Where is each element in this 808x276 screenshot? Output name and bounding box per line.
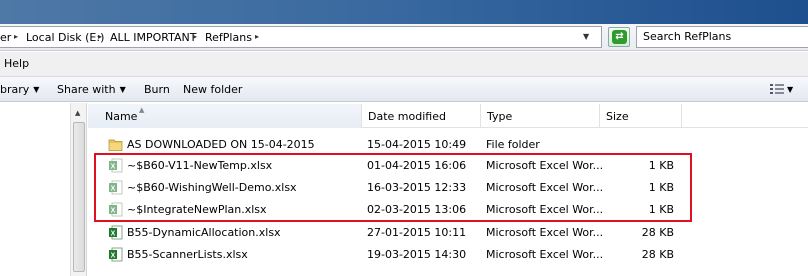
- navigation-pane: [0, 103, 70, 276]
- file-name: B55-DynamicAllocation.xlsx: [127, 226, 281, 239]
- sort-ascending-icon: ▲: [139, 106, 145, 114]
- address-history-dropdown-icon[interactable]: ▼: [583, 32, 589, 41]
- new-folder-button[interactable]: New folder: [183, 83, 242, 96]
- file-date: 15-04-2015 10:49: [367, 138, 467, 151]
- breadcrumb-item[interactable]: ALL IMPORTANT: [110, 31, 197, 44]
- file-date: 27-01-2015 10:11: [367, 226, 467, 239]
- breadcrumb-separator-icon[interactable]: ▸: [98, 32, 102, 41]
- share-with-label: Share with: [57, 83, 116, 96]
- burn-button[interactable]: Burn: [144, 83, 170, 96]
- column-header-type[interactable]: Type: [481, 104, 600, 128]
- svg-text:X: X: [111, 231, 116, 238]
- breadcrumb-separator-icon[interactable]: ▸: [255, 32, 259, 41]
- include-in-library-button[interactable]: brary ▼: [0, 83, 39, 96]
- include-in-library-label: brary: [0, 83, 30, 96]
- scroll-up-arrow-icon[interactable]: ▲: [75, 109, 80, 117]
- scrollbar-thumb[interactable]: [73, 122, 85, 272]
- file-size: 28 KB: [641, 248, 674, 261]
- breadcrumb-item[interactable]: Local Disk (E:): [26, 31, 104, 44]
- column-header-name-label: Name: [105, 110, 138, 123]
- excel-file-icon: X: [109, 247, 123, 262]
- chevron-down-icon[interactable]: ▼: [787, 85, 793, 94]
- file-date: 19-03-2015 14:30: [367, 248, 467, 261]
- refresh-button[interactable]: ⇄: [608, 27, 630, 47]
- navigation-scrollbar[interactable]: ▲: [70, 103, 87, 276]
- menu-help[interactable]: Help: [4, 57, 29, 70]
- column-header-name[interactable]: ▲ Name: [88, 104, 362, 128]
- file-type: File folder: [486, 138, 540, 151]
- highlight-annotation-box: [94, 153, 692, 222]
- breadcrumb-separator-icon[interactable]: ▸: [14, 32, 18, 41]
- search-input[interactable]: Search RefPlans: [636, 26, 808, 48]
- column-header-row: ▲ Name Date modified Type Size: [88, 104, 808, 128]
- breadcrumb-item[interactable]: er: [0, 31, 11, 44]
- breadcrumb[interactable]: er ▸ Local Disk (E:) ▸ ALL IMPORTANT ▸ R…: [0, 26, 602, 48]
- menu-bar: Help: [0, 52, 808, 76]
- column-header-size[interactable]: Size: [600, 104, 682, 128]
- command-toolbar: brary ▼ Share with ▼ Burn New folder ▼: [0, 76, 808, 102]
- folder-icon: [108, 139, 123, 151]
- file-name: B55-ScannerLists.xlsx: [127, 248, 248, 261]
- column-header-date[interactable]: Date modified: [362, 104, 481, 128]
- share-with-button[interactable]: Share with ▼: [57, 83, 126, 96]
- list-item[interactable]: X B55-ScannerLists.xlsx 19-03-2015 14:30…: [100, 244, 700, 266]
- list-item[interactable]: X B55-DynamicAllocation.xlsx 27-01-2015 …: [100, 222, 700, 244]
- file-name: AS DOWNLOADED ON 15-04-2015: [127, 138, 315, 151]
- window-title-bar: [0, 0, 808, 24]
- excel-file-icon: X: [109, 225, 123, 240]
- svg-text:X: X: [111, 253, 116, 260]
- chevron-down-icon: ▼: [119, 85, 126, 94]
- file-type: Microsoft Excel Wor...: [486, 226, 604, 239]
- refresh-icon: ⇄: [612, 30, 627, 44]
- chevron-down-icon: ▼: [33, 85, 40, 94]
- file-size: 28 KB: [641, 226, 674, 239]
- file-type: Microsoft Excel Wor...: [486, 248, 604, 261]
- breadcrumb-separator-icon[interactable]: ▸: [193, 32, 197, 41]
- breadcrumb-item[interactable]: RefPlans: [205, 31, 252, 44]
- view-options-icon[interactable]: [770, 83, 784, 95]
